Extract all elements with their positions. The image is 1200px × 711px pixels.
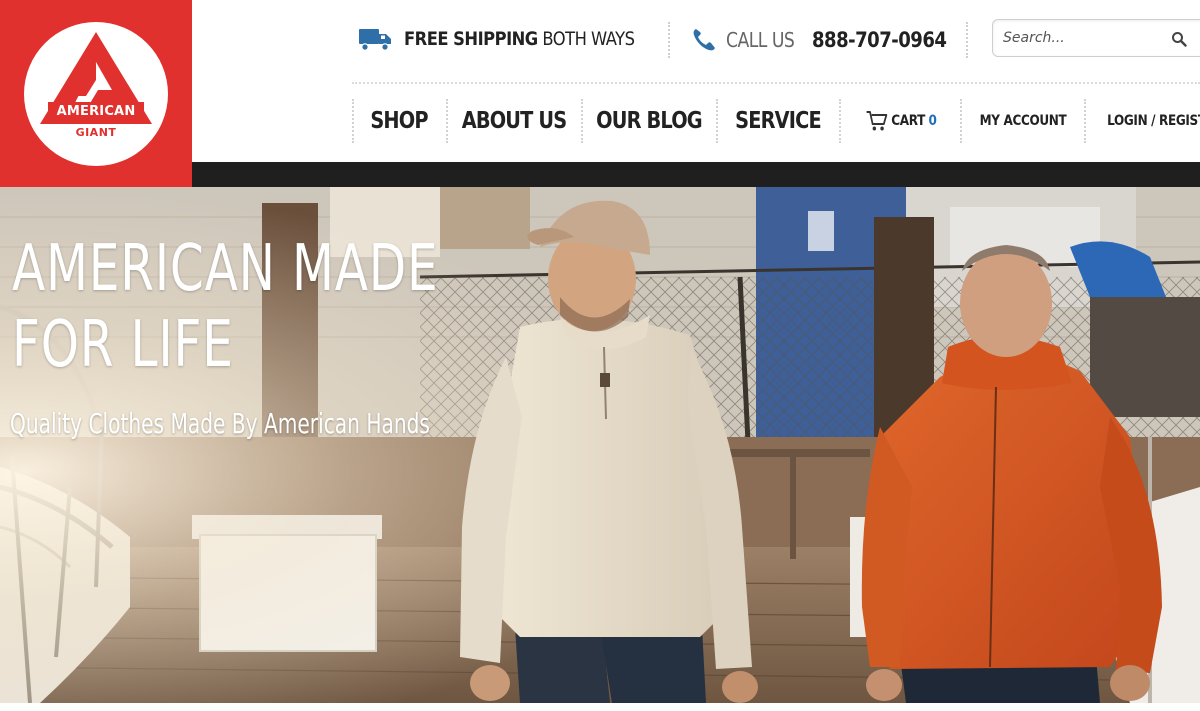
nav-item-login-register[interactable]: LOGIN / REGISTER (1107, 95, 1200, 147)
nav-divider (352, 99, 354, 143)
nav-divider (581, 99, 583, 143)
call-us[interactable]: CALL US (690, 26, 805, 54)
nav-divider (446, 99, 448, 143)
search-icon[interactable] (1171, 31, 1187, 47)
nav-item-about-us[interactable]: ABOUT US (459, 95, 570, 147)
main-nav: SHOP ABOUT US OUR BLOG SERVICE CART 0 MY… (352, 95, 1200, 147)
cart-count-badge: 0 (928, 113, 937, 129)
call-us-label: CALL US (726, 28, 795, 52)
shipping-text-bold: FREE SHIPPING (404, 28, 538, 50)
phone-number[interactable]: 888-707-0964 (812, 28, 947, 52)
nav-divider (716, 99, 718, 143)
hero-headline-line2: FOR LIFE (12, 308, 234, 382)
shipping-text: FREE SHIPPING BOTH WAYS (404, 28, 635, 50)
divider (668, 22, 670, 58)
page-bottom-strip (0, 703, 1200, 711)
nav-item-service[interactable]: SERVICE (728, 95, 829, 147)
hero-headline: AMERICAN MADE FOR LIFE (12, 231, 439, 383)
logo-mark-icon (40, 32, 152, 124)
search-box (992, 19, 1200, 57)
site-header: AMERICAN GIANT FREE SHIPPING BOTH WAYS C… (0, 0, 1200, 187)
top-utility-bar: FREE SHIPPING BOTH WAYS CALL US 888-707-… (340, 10, 1200, 70)
cart-icon (866, 111, 887, 131)
nav-item-shop[interactable]: SHOP (360, 95, 439, 147)
cart-label: CART (891, 113, 926, 129)
nav-divider (1084, 99, 1086, 143)
american-giant-logo[interactable]: AMERICAN GIANT (0, 0, 192, 187)
divider (966, 22, 968, 58)
phone-icon (693, 29, 715, 51)
hero-subheadline: Quality Clothes Made By American Hands (10, 407, 430, 440)
hero-headline-line1: AMERICAN MADE (12, 232, 439, 306)
search-input[interactable] (1003, 28, 1173, 48)
nav-divider (960, 99, 962, 143)
truck-icon (359, 29, 391, 51)
nav-item-our-blog[interactable]: OUR BLOG (594, 95, 705, 147)
logo-circle: AMERICAN GIANT (24, 22, 168, 166)
hero-banner[interactable]: AMERICAN MADE FOR LIFE Quality Clothes M… (0, 187, 1200, 703)
header-dark-band (192, 162, 1200, 187)
logo-text-giant: GIANT (75, 126, 117, 139)
shipping-text-rest: BOTH WAYS (537, 28, 635, 50)
free-shipping-notice[interactable]: FREE SHIPPING BOTH WAYS (358, 26, 672, 52)
logo-text-american: AMERICAN (56, 104, 136, 119)
nav-divider (839, 99, 841, 143)
nav-item-cart[interactable]: CART 0 (849, 95, 952, 147)
nav-item-my-account[interactable]: MY ACCOUNT (971, 95, 1076, 147)
header-divider (352, 82, 1200, 84)
